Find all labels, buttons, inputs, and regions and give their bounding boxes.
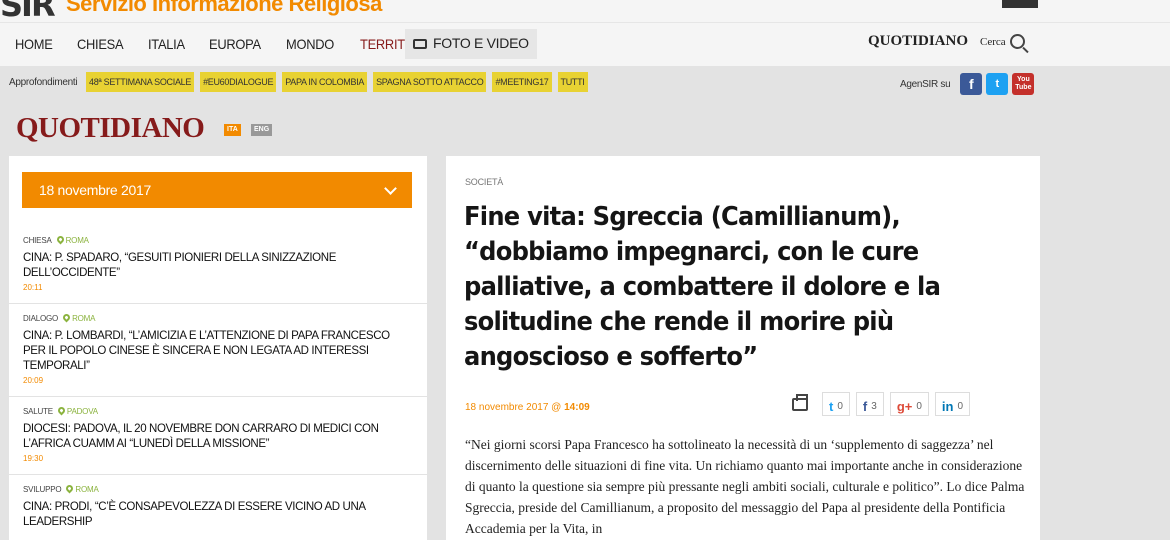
nav-media-label: FOTO E VIDEO [433, 35, 529, 51]
news-title[interactable]: CINA: P. SPADARO, “GESUITI PIONIERI DELL… [23, 250, 407, 280]
lang-ita-button[interactable]: ITA [224, 124, 241, 136]
facebook-icon[interactable]: f [960, 73, 983, 95]
share-gplus-button[interactable]: g+ 0 [889, 392, 929, 416]
tag-meeting17[interactable]: #MEETING17 [492, 72, 552, 92]
date-dropdown-value: 18 novembre 2017 [39, 182, 151, 198]
tag-spagna[interactable]: SPAGNA SOTTO ATTACCO [373, 72, 487, 92]
news-title[interactable]: CINA: PRODI, “C’È CONSAPEVOLEZZA DI ESSE… [23, 499, 407, 529]
agensir-label: AgenSIR su [900, 78, 951, 90]
list-item[interactable]: CHIESA ROMA CINA: P. SPADARO, “GESUITI PI… [9, 226, 427, 304]
search-label[interactable]: Cerca [980, 36, 1006, 48]
news-time: 19:30 [23, 454, 44, 463]
twitter-icon[interactable]: t [986, 73, 1009, 95]
tag-eu60dialogue[interactable]: #EU60DIALOGUE [200, 72, 277, 92]
twitter-icon: t [829, 398, 834, 414]
nav-item-home[interactable]: HOME [15, 36, 53, 52]
header-login-button[interactable] [1002, 0, 1038, 8]
news-title[interactable]: CINA: P. LOMBARDI, “L’AMICIZIA E L’ATTEN… [23, 328, 407, 373]
nav-item-foto-video[interactable]: FOTO E VIDEO [405, 29, 537, 59]
news-list: CHIESA ROMA CINA: P. SPADARO, “GESUITI PI… [9, 226, 427, 540]
share-facebook-button[interactable]: f3 [855, 392, 884, 416]
share-count: 3 [871, 400, 877, 412]
location-pin-icon [55, 234, 66, 245]
news-category: CHIESA [23, 236, 52, 245]
article-category[interactable]: SOCIETÀ [465, 177, 503, 187]
list-item[interactable]: SVILUPPO ROMA CINA: PRODI, “C’È CONSAPEVO… [9, 475, 427, 540]
news-time: 20:11 [23, 283, 43, 292]
date-dropdown[interactable]: 18 novembre 2017 [22, 172, 412, 208]
linkedin-icon: in [941, 398, 954, 414]
tag-tutti[interactable]: TUTTI [557, 72, 588, 92]
location-pin-icon [61, 312, 72, 323]
approfondimenti-label: Approfondimenti [9, 77, 78, 88]
article-title: Fine vita: Sgreccia (Camillianum), “dobb… [464, 202, 941, 372]
site-logo[interactable]: SIR [0, 0, 56, 22]
brand-header: SIR Servizio Informazione Religiosa [0, 0, 1170, 22]
youtube-icon[interactable]: You Tube [1012, 73, 1035, 95]
news-category: SVILUPPO [23, 485, 62, 494]
list-item[interactable]: SALUTE PADOVA DIOCESI: PADOVA, IL 20 NOVE… [9, 397, 427, 475]
share-count: 0 [916, 400, 922, 412]
google-plus-icon: g+ [896, 398, 913, 414]
site-tagline: Servizio Informazione Religiosa [66, 0, 382, 16]
news-title[interactable]: DIOCESI: PADOVA, IL 20 NOVEMBRE DON CARR… [23, 421, 407, 451]
news-location: ROMA [75, 485, 99, 494]
news-sidebar: 18 novembre 2017 CHIESA ROMA CINA: P. SPA… [9, 156, 427, 540]
article-body: “Nei giorni scorsi Papa Francesco ha sot… [465, 437, 1025, 536]
tag-settimana-sociale[interactable]: 48ª SETTIMANA SOCIALE [86, 72, 195, 92]
news-location: ROMA [72, 314, 96, 323]
nav-item-chiesa[interactable]: CHIESA [77, 36, 124, 52]
list-item[interactable]: DIALOGO ROMA CINA: P. LOMBARDI, “L’AMICIZ… [9, 304, 427, 397]
page-title: QUOTIDIANO [16, 112, 205, 144]
nav-item-mondo[interactable]: MONDO [286, 36, 334, 52]
article-date-text: 18 novembre 2017 @ [465, 402, 562, 413]
approfondimenti-bar: Approfondimenti 48ª SETTIMANA SOCIALE #E… [0, 66, 1170, 100]
article: SOCIETÀ Fine vita: Sgreccia (Camillianum… [446, 156, 1040, 540]
news-category: SALUTE [23, 407, 53, 416]
nav-quotidiano-link[interactable]: QUOTIDIANO [868, 33, 968, 50]
main-nav: HOME CHIESA ITALIA EUROPA MONDO TERRITOR… [0, 22, 1170, 66]
share-count: 0 [837, 400, 843, 412]
share-bar: t0 f3 g+ 0 in 0 [792, 392, 976, 416]
facebook-icon: f [862, 398, 868, 414]
search-icon[interactable] [1009, 34, 1025, 49]
article-date: 18 novembre 2017 @ 14:09 [465, 402, 590, 413]
news-location: ROMA [65, 236, 89, 245]
lang-eng-button[interactable]: ENG [251, 124, 273, 136]
share-linkedin-button[interactable]: in 0 [934, 392, 971, 416]
nav-item-italia[interactable]: ITALIA [148, 36, 185, 52]
chevron-down-icon [384, 182, 397, 195]
news-time: 20:09 [23, 376, 44, 385]
share-twitter-button[interactable]: t0 [822, 392, 850, 416]
print-icon[interactable] [792, 393, 808, 411]
location-pin-icon [56, 405, 67, 416]
nav-item-europa[interactable]: EUROPA [209, 36, 261, 52]
camera-icon [413, 39, 427, 49]
location-pin-icon [64, 483, 75, 494]
article-time: 14:09 [564, 402, 590, 413]
news-location: PADOVA [66, 407, 98, 416]
tag-papa-colombia[interactable]: PAPA IN COLOMBIA [282, 72, 368, 92]
news-category: DIALOGO [23, 314, 59, 323]
share-count: 0 [957, 400, 964, 412]
